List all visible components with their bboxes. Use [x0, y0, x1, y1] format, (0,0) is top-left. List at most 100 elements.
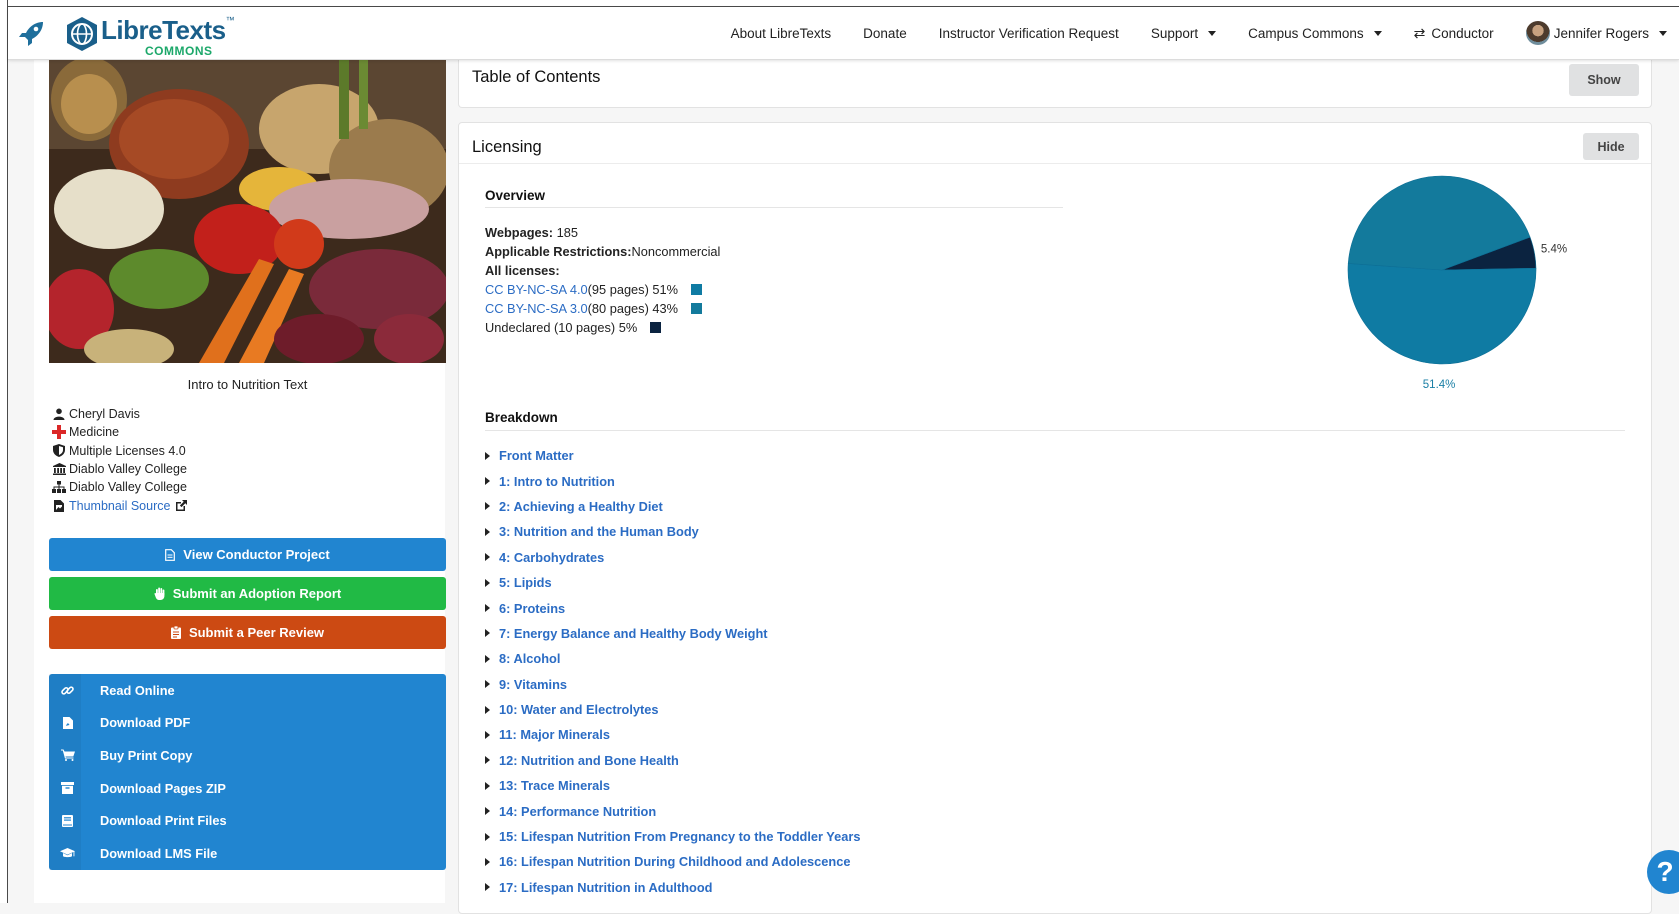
chapter-item[interactable]: 3: Nutrition and the Human Body	[485, 519, 860, 544]
chapter-item[interactable]: 2: Achieving a Healthy Diet	[485, 494, 860, 519]
user-icon	[53, 408, 65, 421]
nav-instructor-label: Instructor Verification Request	[938, 25, 1119, 41]
book-title: Intro to Nutrition Text	[187, 377, 308, 392]
caret-right-icon[interactable]	[485, 578, 490, 587]
chapter-item[interactable]: 9: Vitamins	[485, 672, 860, 697]
download-pdf-label: Download PDF	[100, 715, 191, 731]
chapter-link[interactable]: Front Matter	[499, 448, 574, 463]
chapter-link[interactable]: 8: Alcohol	[499, 651, 560, 666]
caret-right-icon[interactable]	[485, 527, 490, 536]
caret-right-icon[interactable]	[485, 781, 490, 790]
user-menu-dropdown[interactable]: Jennifer Rogers	[1510, 7, 1679, 59]
download-pdf-item[interactable]: Download PDF	[49, 707, 446, 740]
file-pdf-icon	[62, 716, 73, 729]
chapter-link[interactable]: 4: Carbohydrates	[499, 550, 604, 565]
chapter-item[interactable]: 1: Intro to Nutrition	[485, 468, 860, 493]
license-link-ccbyncsa3[interactable]: CC BY-NC-SA 3.0	[485, 301, 588, 316]
chapter-link[interactable]: 17: Lifespan Nutrition in Adulthood	[499, 880, 713, 895]
overview-divider	[485, 207, 1063, 208]
submit-adoption-report-button[interactable]: Submit an Adoption Report	[49, 577, 446, 610]
meta-author: Cheryl Davis	[49, 405, 446, 423]
thumbnail-source-link[interactable]: Thumbnail Source	[69, 499, 170, 513]
peer-review-label: Submit a Peer Review	[188, 625, 325, 640]
view-conductor-project-button[interactable]: View Conductor Project	[49, 538, 446, 571]
chapter-link[interactable]: 5: Lipids	[499, 575, 552, 590]
chapter-item[interactable]: 6: Proteins	[485, 595, 860, 620]
chapter-item[interactable]: 17: Lifespan Nutrition in Adulthood	[485, 875, 860, 900]
chapter-item[interactable]: 11: Major Minerals	[485, 722, 860, 747]
license-link-ccbyncsa4[interactable]: CC BY-NC-SA 4.0	[485, 282, 588, 297]
libretexts-logo[interactable]: LibreTexts™ COMMONS	[64, 11, 235, 58]
chapter-item[interactable]: Front Matter	[485, 443, 860, 468]
webpages-value: 185	[556, 225, 578, 240]
chapter-item[interactable]: 8: Alcohol	[485, 646, 860, 671]
chapter-link[interactable]: 2: Achieving a Healthy Diet	[499, 499, 663, 514]
caret-right-icon[interactable]	[485, 654, 490, 663]
license-row-ccbyncsa3: CC BY-NC-SA 3.0(80 pages) 43%	[485, 299, 720, 318]
chapter-link[interactable]: 9: Vitamins	[499, 677, 567, 692]
caret-right-icon[interactable]	[485, 451, 490, 460]
caret-right-icon[interactable]	[485, 857, 490, 866]
caret-right-icon[interactable]	[485, 629, 490, 638]
chapter-link[interactable]: 11: Major Minerals	[499, 727, 610, 742]
toc-title: Table of Contents	[472, 68, 601, 86]
meta-thumbnail-source[interactable]: Thumbnail Source	[49, 496, 446, 514]
chapter-link[interactable]: 15: Lifespan Nutrition From Pregnancy to…	[499, 829, 860, 844]
book-icon	[62, 814, 73, 827]
chapter-item[interactable]: 5: Lipids	[485, 570, 860, 595]
toc-show-button[interactable]: Show	[1569, 64, 1639, 96]
caret-right-icon[interactable]	[485, 604, 490, 613]
chapter-item[interactable]: 12: Nutrition and Bone Health	[485, 748, 860, 773]
chapter-link[interactable]: 10: Water and Electrolytes	[499, 702, 659, 717]
meta-campus-text: Diablo Valley College	[69, 480, 187, 495]
download-pages-zip-item[interactable]: Download Pages ZIP	[49, 772, 446, 805]
chapter-link[interactable]: 12: Nutrition and Bone Health	[499, 753, 679, 768]
licensing-hide-button[interactable]: Hide	[1583, 133, 1639, 160]
avatar	[1525, 21, 1550, 45]
download-lms-file-item[interactable]: Download LMS File	[49, 837, 446, 870]
chapter-link[interactable]: 16: Lifespan Nutrition During Childhood …	[499, 854, 850, 869]
book-sidebar: Intro to Nutrition Text Cheryl Davis Med…	[34, 59, 446, 903]
read-online-item[interactable]: Read Online	[49, 674, 446, 707]
chapter-item[interactable]: 15: Lifespan Nutrition From Pregnancy to…	[485, 824, 860, 849]
caret-right-icon[interactable]	[485, 705, 490, 714]
nav-donate[interactable]: Donate	[847, 7, 923, 59]
caret-right-icon[interactable]	[485, 883, 490, 892]
nav-support-label: Support	[1150, 25, 1199, 41]
chapter-item[interactable]: 14: Performance Nutrition	[485, 798, 860, 823]
nav-support-dropdown[interactable]: Support	[1135, 7, 1232, 59]
caret-right-icon[interactable]	[485, 502, 490, 511]
chapter-item[interactable]: 4: Carbohydrates	[485, 545, 860, 570]
nav-conductor[interactable]: ⇄ Conductor	[1398, 7, 1510, 59]
webpages-row: Webpages: 185	[485, 223, 720, 242]
link-icon	[61, 686, 74, 695]
download-print-files-item[interactable]: Download Print Files	[49, 804, 446, 837]
chapter-link[interactable]: 14: Performance Nutrition	[499, 804, 656, 819]
chapter-link[interactable]: 6: Proteins	[499, 601, 565, 616]
chapter-item[interactable]: 16: Lifespan Nutrition During Childhood …	[485, 849, 860, 874]
chapter-link[interactable]: 13: Trace Minerals	[499, 778, 610, 793]
caret-right-icon[interactable]	[485, 832, 490, 841]
caret-right-icon[interactable]	[485, 680, 490, 689]
chapter-item[interactable]: 7: Energy Balance and Healthy Body Weigh…	[485, 621, 860, 646]
nav-about[interactable]: About LibreTexts	[715, 7, 848, 59]
restrictions-row: Applicable Restrictions:Noncommercial	[485, 242, 720, 261]
caret-right-icon[interactable]	[485, 553, 490, 562]
chapter-link[interactable]: 7: Energy Balance and Healthy Body Weigh…	[499, 626, 768, 641]
pie-slice[interactable]	[1347, 263, 1537, 365]
caret-right-icon[interactable]	[485, 730, 490, 739]
caret-right-icon[interactable]	[485, 807, 490, 816]
file-outline-icon	[165, 548, 176, 561]
chapter-link[interactable]: 3: Nutrition and the Human Body	[499, 524, 699, 539]
chapter-item[interactable]: 13: Trace Minerals	[485, 773, 860, 798]
caret-right-icon[interactable]	[485, 477, 490, 486]
rocket-icon[interactable]	[18, 19, 46, 47]
caret-right-icon[interactable]	[485, 756, 490, 765]
exchange-icon: ⇄	[1413, 24, 1426, 41]
submit-peer-review-button[interactable]: Submit a Peer Review	[49, 616, 446, 649]
nav-instructor-verification[interactable]: Instructor Verification Request	[923, 7, 1135, 59]
nav-campus-commons-dropdown[interactable]: Campus Commons	[1232, 7, 1398, 59]
chapter-link[interactable]: 1: Intro to Nutrition	[499, 474, 615, 489]
chapter-item[interactable]: 10: Water and Electrolytes	[485, 697, 860, 722]
buy-print-copy-item[interactable]: Buy Print Copy	[49, 739, 446, 772]
